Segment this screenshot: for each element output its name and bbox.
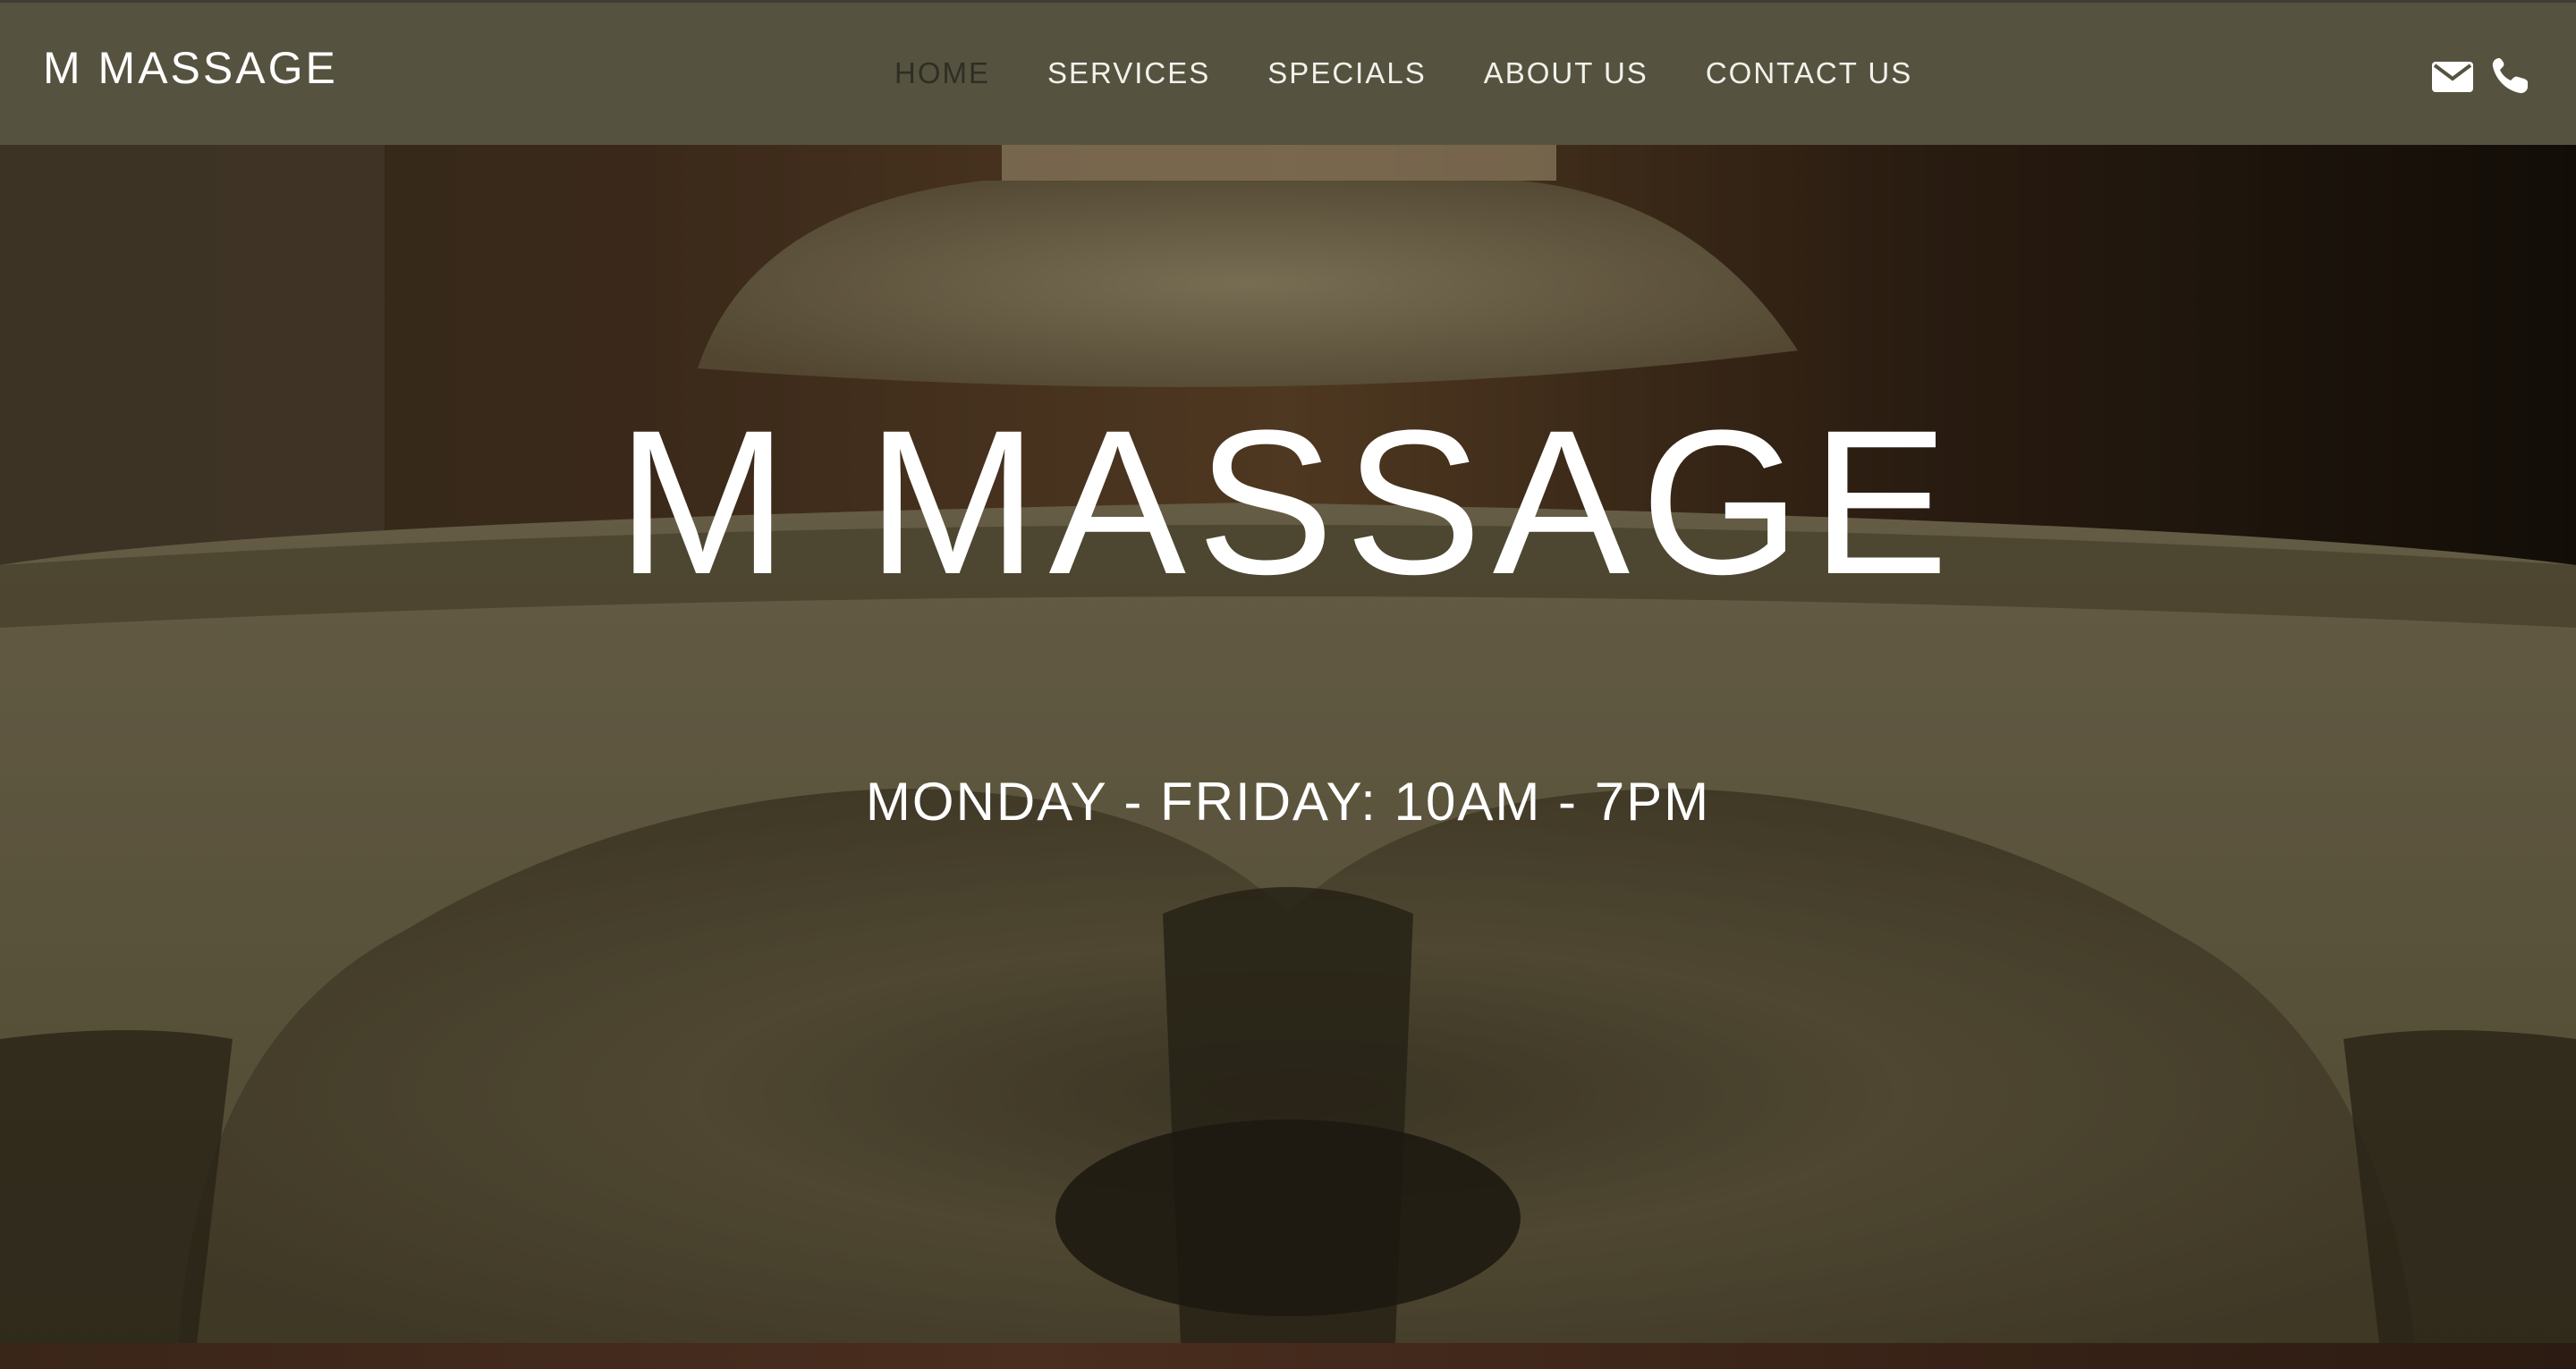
hero-section: M MASSAGE MONDAY - FRIDAY: 10AM - 7PM: [0, 145, 2576, 1343]
phone-icon[interactable]: [2487, 53, 2533, 99]
main-nav: HOME SERVICES SPECIALS ABOUT US CONTACT …: [894, 56, 1970, 90]
site-logo[interactable]: M MASSAGE: [43, 42, 338, 94]
nav-contact-us[interactable]: CONTACT US: [1706, 56, 1912, 90]
hero-overlay: [0, 145, 2576, 1343]
hero-title: M MASSAGE: [616, 387, 1960, 617]
nav-home[interactable]: HOME: [894, 56, 990, 90]
envelope-icon[interactable]: [2429, 53, 2476, 99]
contact-icons: [2429, 53, 2533, 99]
nav-about-us[interactable]: ABOUT US: [1484, 56, 1648, 90]
nav-specials[interactable]: SPECIALS: [1267, 56, 1426, 90]
section-divider: [0, 1343, 2576, 1369]
page: M MASSAGE HOME SERVICES SPECIALS ABOUT U…: [0, 0, 2576, 1369]
site-header: M MASSAGE HOME SERVICES SPECIALS ABOUT U…: [0, 0, 2576, 145]
nav-services[interactable]: SERVICES: [1047, 56, 1210, 90]
business-hours: MONDAY - FRIDAY: 10AM - 7PM: [865, 772, 1711, 832]
